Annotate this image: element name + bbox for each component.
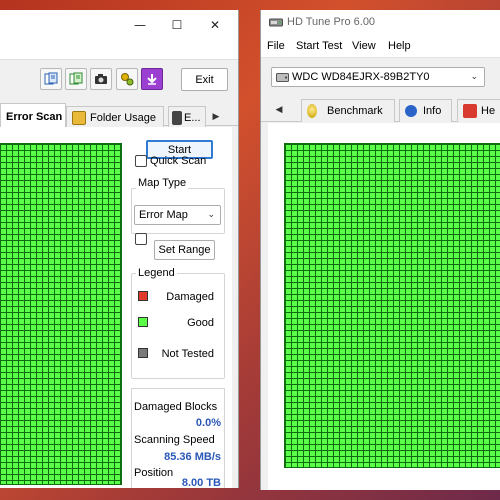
menu-start-test[interactable]: Start Test: [296, 40, 342, 52]
legend-good-label: Good: [187, 317, 214, 329]
tab-label: Benchmark: [327, 105, 383, 117]
title-bar[interactable]: — ☐ ✕: [0, 10, 238, 39]
legend-title: Legend: [136, 267, 177, 279]
map-type-title: Map Type: [136, 177, 189, 189]
set-range-checkbox[interactable]: [135, 233, 147, 245]
screenshot-icon[interactable]: [90, 68, 112, 90]
drive-name: WDC WD84EJRX-89B2TY0: [292, 71, 430, 83]
legend-not-tested-label: Not Tested: [161, 348, 214, 360]
set-range-button[interactable]: Set Range: [154, 240, 215, 260]
quick-scan-checkbox[interactable]: [135, 155, 147, 167]
scanning-speed-label: Scanning Speed: [134, 434, 215, 446]
window-title: HD Tune Pro 6.00: [287, 16, 376, 28]
tab-label: He: [481, 105, 496, 117]
hd-tune-app-icon: [269, 16, 283, 29]
tab-label: Folder Usage: [90, 112, 157, 124]
damaged-blocks-value: 0.0%: [195, 417, 221, 429]
options-icon[interactable]: [116, 68, 138, 90]
tab-scroll-right-icon[interactable]: ▶: [209, 107, 223, 125]
exit-button[interactable]: Exit: [181, 68, 228, 91]
position-label: Position: [134, 467, 174, 479]
tab-label: E...: [184, 112, 201, 124]
tab-erase[interactable]: E...: [168, 106, 206, 129]
drive-select[interactable]: WDC WD84EJRX-89B2TY0 ⌄: [271, 67, 485, 87]
menu-bar: File Start Test View Help: [261, 36, 500, 58]
tab-label: Error Scan: [6, 110, 63, 123]
menu-help[interactable]: Help: [388, 40, 411, 52]
block-map-grid: [284, 143, 500, 468]
error-scan-block-map: [0, 143, 122, 485]
close-button[interactable]: ✕: [196, 10, 234, 39]
position-value: 8.00 TB: [181, 477, 221, 488]
map-type-select[interactable]: Error Map ⌄: [134, 205, 221, 225]
legend-damaged-label: Damaged: [166, 291, 214, 303]
title-bar[interactable]: HD Tune Pro 6.00: [261, 10, 500, 36]
health-cross-icon: [463, 104, 477, 118]
tab-label: Info: [423, 105, 442, 117]
quick-scan-label: Quick Scan: [150, 155, 207, 167]
tab-health[interactable]: He: [457, 99, 500, 122]
menu-file[interactable]: File: [267, 40, 285, 52]
scan-stats-box: Damaged Blocks 0.0% Scanning Speed 85.36…: [131, 388, 225, 488]
map-type-value: Error Map: [139, 209, 188, 221]
folder-icon: [72, 111, 86, 125]
hd-tune-window-right: HD Tune Pro 6.00 File Start Test View He…: [260, 10, 500, 490]
tab-info[interactable]: Info: [399, 99, 452, 122]
copy-info-icon[interactable]: [65, 68, 87, 90]
scanning-speed-value: 85.36 MB/s: [164, 451, 221, 463]
tab-error-scan[interactable]: Error Scan: [0, 103, 66, 129]
copy-text-icon[interactable]: [40, 68, 62, 90]
chevron-down-icon: ⌄: [470, 71, 478, 81]
tab-benchmark[interactable]: Benchmark: [301, 99, 395, 122]
minimize-button[interactable]: —: [121, 10, 159, 39]
menu-bar: [0, 39, 238, 60]
trash-icon: [172, 111, 182, 125]
tab-scroll-left-icon[interactable]: ◀: [272, 100, 286, 118]
tab-folder-usage[interactable]: Folder Usage: [66, 106, 164, 129]
damaged-blocks-label: Damaged Blocks: [134, 401, 218, 413]
info-icon: [405, 105, 417, 117]
save-icon[interactable]: [141, 68, 163, 90]
hd-tune-window-left: — ☐ ✕ Exit Error Scan Folder Usage E... …: [0, 10, 239, 488]
chevron-down-icon: ⌄: [207, 209, 215, 219]
hard-drive-icon: [276, 73, 289, 82]
maximize-button[interactable]: ☐: [158, 10, 196, 39]
menu-view[interactable]: View: [352, 40, 376, 52]
lightbulb-icon: [307, 104, 317, 118]
